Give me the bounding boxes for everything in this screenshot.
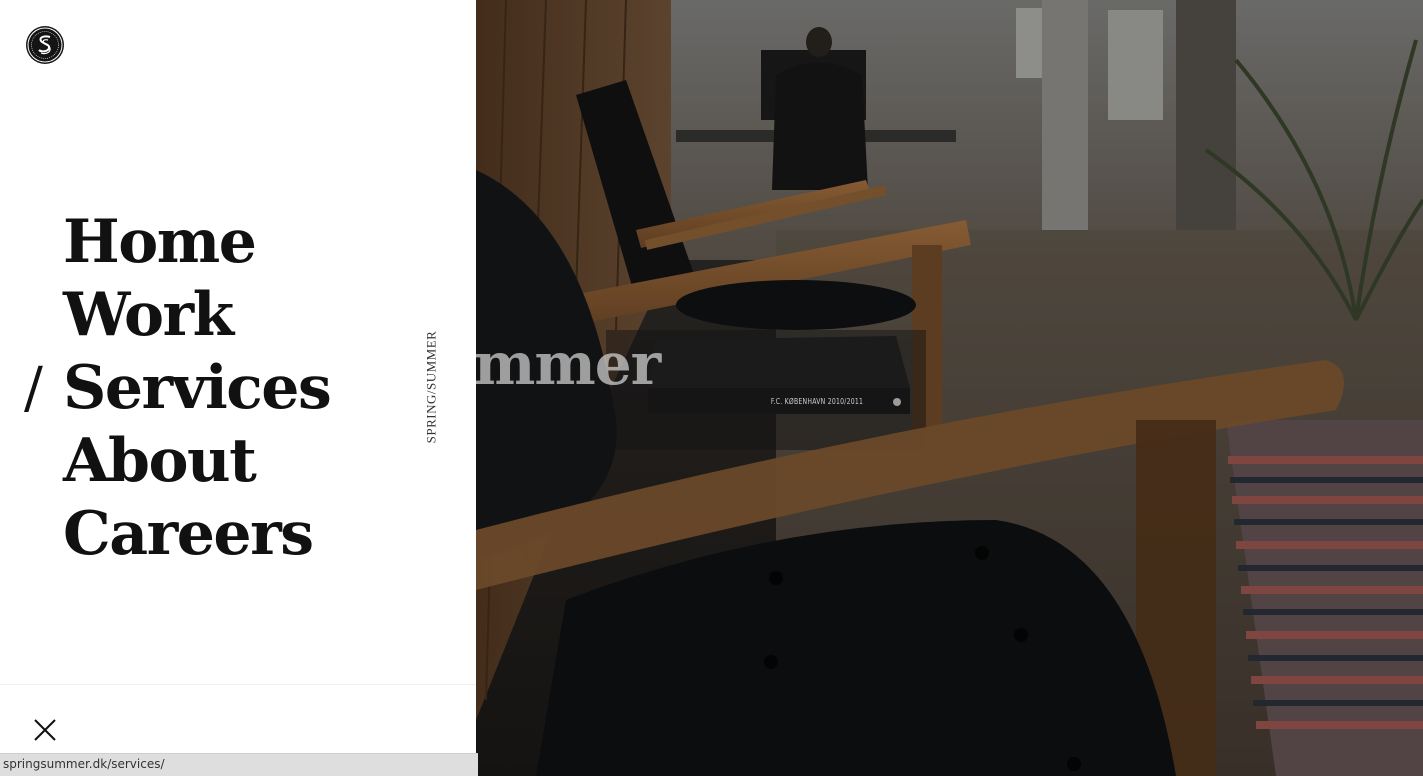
hero-photo: mmer F.C. KØBENHAVN 2010/2011 [476,0,1423,776]
logo-icon[interactable] [26,26,64,64]
nav-item-about[interactable]: About [24,425,330,498]
main-nav: Home Work / Services About Careers [24,206,332,571]
nav-item-work[interactable]: Work [24,279,330,352]
active-nav-marker: / [24,356,43,421]
nav-label-home: Home [63,207,257,277]
close-icon[interactable] [30,715,60,745]
nav-label-about: About [63,426,257,496]
side-label-text: SPRING/SUMMER [423,330,439,444]
divider [0,684,476,685]
nav-label-careers: Careers [63,499,314,569]
nav-label-services: Services [63,353,332,423]
nav-item-careers[interactable]: Careers [24,498,330,571]
nav-item-home[interactable]: Home [24,206,330,279]
book-spine-label: F.C. KØBENHAVN 2010/2011 [770,397,864,406]
nav-label-work: Work [63,280,234,350]
menu-panel: Home Work / Services About Careers SPRIN… [0,0,476,776]
status-bar-url: springsummer.dk/services/ [0,753,478,776]
hero-brand-word: mmer [476,330,661,398]
side-label: SPRING/SUMMER [421,322,441,452]
nav-item-services[interactable]: / Services [24,352,332,425]
